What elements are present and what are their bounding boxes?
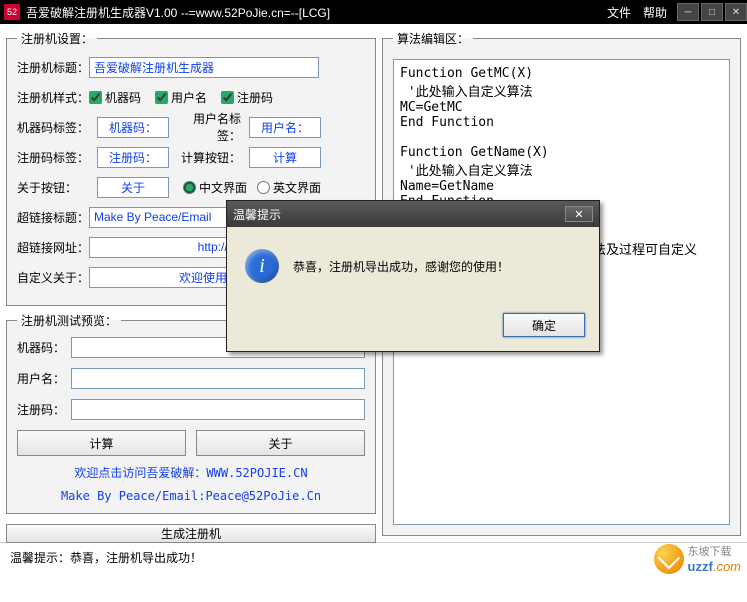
cb-user[interactable] — [155, 91, 168, 104]
radio-en[interactable] — [257, 181, 270, 194]
calc-btn-label: 计算按钮： — [177, 149, 241, 166]
test-link1[interactable]: 欢迎点击访问吾爱破解：WWW.52POJIE.CN — [17, 464, 365, 481]
menu-help[interactable]: 帮助 — [643, 4, 667, 21]
window-title: 吾爱破解注册机生成器V1.00 --=www.52PoJie.cn=--[LCG… — [26, 4, 607, 21]
link-title-label: 超链接标题： — [17, 209, 89, 226]
test-about-button[interactable]: 关于 — [196, 430, 365, 456]
link-url-label: 超链接网址： — [17, 239, 89, 256]
user-tag-label: 用户名标签： — [177, 110, 241, 144]
watermark-icon — [654, 544, 684, 574]
about-btn-input[interactable] — [97, 177, 169, 198]
custom-about-label: 自定义关于： — [17, 269, 89, 286]
title-label: 注册机标题： — [17, 59, 89, 76]
editor-legend: 算法编辑区： — [393, 30, 473, 47]
style-label: 注册机样式： — [17, 89, 89, 106]
menu-bar: 文件 帮助 — [607, 4, 667, 21]
user-tag-input[interactable] — [249, 117, 321, 138]
test-calc-button[interactable]: 计算 — [17, 430, 186, 456]
settings-legend: 注册机设置： — [17, 30, 97, 47]
close-button[interactable]: ✕ — [725, 3, 747, 21]
generate-button[interactable]: 生成注册机 — [6, 524, 376, 543]
titlebar: 52 吾爱破解注册机生成器V1.00 --=www.52PoJie.cn=--[… — [0, 0, 747, 24]
cb-machine[interactable] — [89, 91, 102, 104]
test-link2[interactable]: Make By Peace/Email:Peace@52PoJie.Cn — [17, 489, 365, 503]
test-user-input[interactable] — [71, 368, 365, 389]
dialog-ok-button[interactable]: 确定 — [503, 313, 585, 337]
reg-tag-label: 注册码标签： — [17, 149, 89, 166]
about-btn-label: 关于按钮： — [17, 179, 89, 196]
info-icon: i — [245, 249, 279, 283]
dialog-title: 温馨提示 — [233, 206, 565, 223]
test-user-label: 用户名： — [17, 370, 71, 387]
test-legend: 注册机测试预览： — [17, 312, 121, 329]
dialog-close-button[interactable]: ✕ — [565, 206, 593, 222]
app-icon: 52 — [4, 4, 20, 20]
maximize-button[interactable]: □ — [701, 3, 723, 21]
cb-reg[interactable] — [221, 91, 234, 104]
test-reg-input[interactable] — [71, 399, 365, 420]
radio-cn[interactable] — [183, 181, 196, 194]
mc-tag-input[interactable] — [97, 117, 169, 138]
test-mc-label: 机器码： — [17, 339, 71, 356]
reg-tag-input[interactable] — [97, 147, 169, 168]
menu-file[interactable]: 文件 — [607, 4, 631, 21]
dialog-message: 恭喜，注册机导出成功，感谢您的使用！ — [293, 258, 509, 275]
title-input[interactable] — [89, 57, 319, 78]
test-reg-label: 注册码： — [17, 401, 71, 418]
message-dialog: 温馨提示 ✕ i 恭喜，注册机导出成功，感谢您的使用！ 确定 — [226, 200, 600, 352]
mc-tag-label: 机器码标签： — [17, 119, 89, 136]
watermark: 东坡下载 uzzf.com — [654, 543, 741, 574]
status-bar: 温馨提示：恭喜，注册机导出成功！ — [0, 542, 747, 572]
calc-btn-input[interactable] — [249, 147, 321, 168]
minimize-button[interactable]: ─ — [677, 3, 699, 21]
